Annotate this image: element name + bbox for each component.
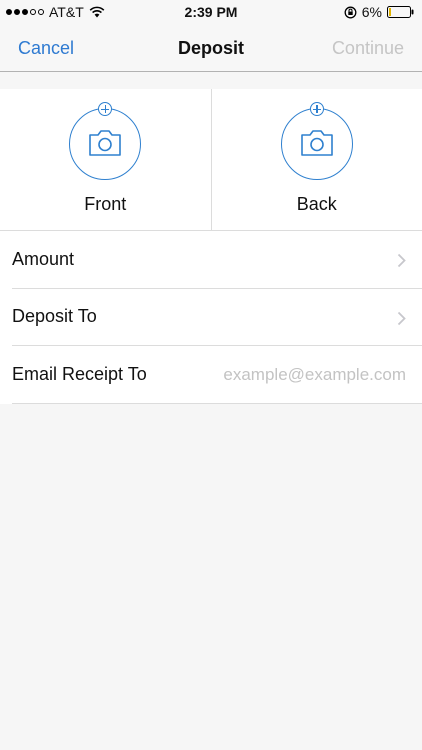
add-icon [98,102,113,116]
back-label: Back [296,194,337,214]
camera-icon [300,130,333,156]
deposit-to-row[interactable]: Deposit To [12,289,422,346]
deposit-to-label: Deposit To [12,306,97,327]
battery-percent: 6% [361,4,382,20]
capture-front-button[interactable]: Front [0,89,212,230]
email-receipt-label: Email Receipt To [12,363,147,384]
capture-back-button[interactable]: Back [212,89,422,230]
deposit-form: Amount Deposit To Email Receipt To [0,231,422,404]
add-icon [309,102,324,116]
camera-icon [89,130,122,156]
front-camera-circle [69,102,142,180]
status-bar: AT&T 2:39 PM 6% [0,0,422,24]
chevron-right-icon [397,253,406,268]
chevron-right-icon [397,311,406,325]
nav-bar: Cancel Deposit Continue [0,24,422,72]
email-receipt-row: Email Receipt To [12,346,422,404]
check-capture-row: Front Back [0,89,422,231]
amount-label: Amount [12,248,75,269]
back-camera-circle [280,102,353,180]
email-receipt-input[interactable] [176,362,406,388]
status-right: 6% [344,4,414,20]
front-label: Front [84,194,127,214]
amount-row[interactable]: Amount [12,231,422,289]
battery-icon [387,6,414,18]
continue-button[interactable]: Continue [332,38,404,59]
rotation-lock-icon [344,6,357,18]
